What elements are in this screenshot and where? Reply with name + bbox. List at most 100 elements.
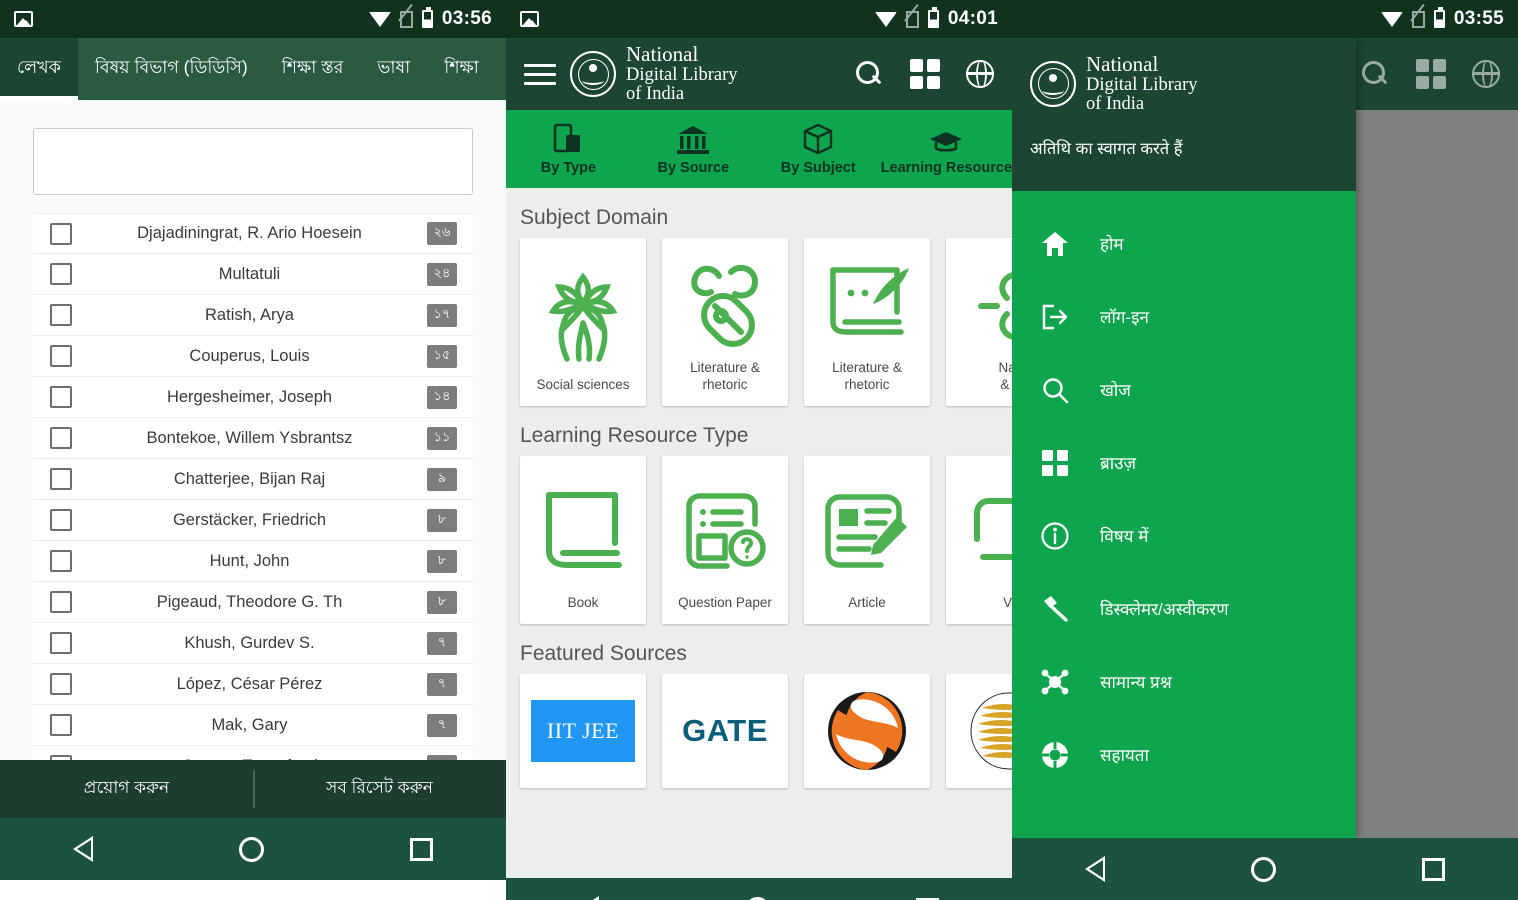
author-count-badge: ২৪: [427, 262, 457, 286]
list-item[interactable]: Couperus, Louis ১৫: [33, 336, 473, 377]
list-item[interactable]: Hunt, John ৮: [33, 541, 473, 582]
back-icon[interactable]: [579, 896, 599, 900]
checkbox-icon[interactable]: [50, 386, 72, 408]
card-book[interactable]: Book: [520, 456, 646, 624]
tab-education[interactable]: শিক্ষা: [427, 38, 496, 100]
list-item[interactable]: Hergesheimer, Joseph ১৪: [33, 377, 473, 418]
drawer-item-about[interactable]: विषय में: [1012, 499, 1356, 572]
recents-icon[interactable]: [1422, 857, 1445, 881]
menu-icon[interactable]: [524, 63, 556, 85]
recents-icon[interactable]: [410, 837, 433, 861]
search-icon[interactable]: [1360, 59, 1390, 89]
card-source-spoken-tutorial[interactable]: [804, 674, 930, 788]
tab-label: শিক্ষা স্তর: [281, 56, 344, 77]
search-icon[interactable]: [854, 59, 884, 89]
card-source-gate[interactable]: GATE: [662, 674, 788, 788]
tab-author[interactable]: লেখক: [0, 38, 78, 100]
checkbox-icon[interactable]: [50, 509, 72, 531]
card-article[interactable]: Article: [804, 456, 930, 624]
author-name: Djajadiningrat, R. Ario Hoesein: [137, 224, 362, 242]
card-technology[interactable]: Literature & rhetoric: [662, 238, 788, 406]
tab-education-level[interactable]: শিক্ষা স্তর: [265, 38, 361, 100]
list-item[interactable]: Bontekoe, Willem Ysbrantsz ১১: [33, 418, 473, 459]
checkbox-icon[interactable]: [50, 468, 72, 490]
checkbox-icon[interactable]: [50, 263, 72, 285]
featured-sources-card-row[interactable]: IIT JEE GATE: [520, 674, 1012, 788]
list-item[interactable]: Gerstäcker, Friedrich ৮: [33, 500, 473, 541]
card-source-iit-jee[interactable]: IIT JEE: [520, 674, 646, 788]
browse-learning-resource[interactable]: Learning Resource: [881, 123, 1012, 176]
grid-icon[interactable]: [1416, 59, 1446, 89]
back-icon[interactable]: [1085, 856, 1105, 882]
back-icon[interactable]: [73, 836, 93, 862]
card-video[interactable]: Vi: [946, 456, 1012, 624]
brand-line-3: of India: [1086, 93, 1145, 114]
list-item[interactable]: Multatuli ২৪: [33, 254, 473, 295]
card-literature-rhetoric[interactable]: Literature & rhetoric: [804, 238, 930, 406]
browse-by-subject[interactable]: By Subject: [756, 123, 881, 176]
list-item[interactable]: Ratish, Arya ১৭: [33, 295, 473, 336]
battery-icon: [421, 7, 433, 28]
drawer-item-help[interactable]: सहायता: [1012, 718, 1356, 791]
reset-all-button[interactable]: সব রিসেট করুন: [253, 775, 506, 803]
list-item[interactable]: Chatterjee, Bijan Raj ৯: [33, 459, 473, 500]
home-circle-icon[interactable]: [239, 836, 264, 862]
author-list[interactable]: Djajadiningrat, R. Ario Hoesein ২৬ Multa…: [33, 213, 473, 760]
browse-by-source[interactable]: By Source: [631, 123, 756, 176]
checkbox-icon[interactable]: [50, 714, 72, 736]
browse-strip: By Type By Source By Subject Learning Re…: [506, 110, 1012, 188]
panel-browse-home: 04:01 National Digital Library of India: [506, 0, 1012, 900]
card-social-sciences[interactable]: Social sciences: [520, 238, 646, 406]
tab-label: লেখক: [17, 56, 61, 77]
drawer-item-browse[interactable]: ब्राउज़: [1012, 426, 1356, 499]
card-source-nptel[interactable]: [946, 674, 1012, 788]
learning-resource-card-row[interactable]: Book Question Paper Article V: [520, 456, 1012, 624]
home-circle-icon[interactable]: [745, 896, 770, 900]
video-icon: [963, 470, 1012, 595]
card-nature-math[interactable]: Nat & r: [946, 238, 1012, 406]
list-item[interactable]: López, César Pérez ৭: [33, 664, 473, 705]
list-item[interactable]: Khush, Gurdev S. ৭: [33, 623, 473, 664]
checkbox-icon[interactable]: [50, 673, 72, 695]
list-item[interactable]: Pigeaud, Theodore G. Th ৮: [33, 582, 473, 623]
drawer-item-search[interactable]: खोज: [1012, 353, 1356, 426]
checkbox-icon[interactable]: [50, 591, 72, 613]
home-circle-icon[interactable]: [1251, 856, 1276, 882]
checkbox-icon[interactable]: [50, 222, 72, 245]
list-item[interactable]: Ogawa, Tsugufumi ৭: [33, 746, 473, 760]
filter-body: Djajadiningrat, R. Ario Hoesein ২৬ Multa…: [0, 100, 506, 818]
device-type-icon: [553, 123, 583, 155]
list-item[interactable]: Djajadiningrat, R. Ario Hoesein ২৬: [33, 213, 473, 254]
app-logo: National Digital Library of India: [570, 44, 737, 104]
checkbox-icon[interactable]: [50, 345, 72, 367]
author-count-badge: ২৬: [427, 222, 457, 245]
author-count-badge: ১৫: [427, 344, 457, 368]
subject-domain-card-row[interactable]: Social sciences Literature & rhetoric Li…: [520, 238, 1012, 406]
drawer-item-disclaimer[interactable]: डिस्क्लेमर/अस्वीकरण: [1012, 572, 1356, 645]
drawer-item-label: खोज: [1100, 381, 1131, 400]
checkbox-icon[interactable]: [50, 632, 72, 654]
tab-label: শিক্ষা: [444, 56, 479, 77]
list-item[interactable]: Mak, Gary ৭: [33, 705, 473, 746]
checkbox-icon[interactable]: [50, 304, 72, 326]
author-count-badge: ৮: [427, 508, 457, 532]
drawer-item-login[interactable]: लॉग-इन: [1012, 280, 1356, 353]
tab-language[interactable]: ভাষা: [360, 38, 427, 100]
globe-icon[interactable]: [965, 59, 994, 88]
filter-search-input[interactable]: [33, 128, 473, 195]
drawer-item-home[interactable]: होम: [1012, 207, 1356, 280]
author-name: Chatterjee, Bijan Raj: [173, 469, 326, 488]
browse-label: Learning Resource: [880, 159, 1012, 176]
brand-line-1: National: [1086, 52, 1159, 76]
spoken-tutorial-logo: [826, 690, 908, 772]
browse-content[interactable]: Subject Domain Social sciences Literatur…: [506, 188, 1012, 878]
card-question-paper[interactable]: Question Paper: [662, 456, 788, 624]
apply-button[interactable]: প্রয়োগ করুন: [0, 775, 253, 803]
checkbox-icon[interactable]: [50, 550, 72, 572]
drawer-item-faq[interactable]: सामान्य प्रश्न: [1012, 645, 1356, 718]
globe-icon[interactable]: [1471, 59, 1500, 88]
tab-subject-ddc[interactable]: বিষয় বিভাগ (ডিডিসি): [78, 38, 265, 100]
grid-icon[interactable]: [910, 59, 940, 89]
checkbox-icon[interactable]: [50, 427, 72, 449]
browse-by-type[interactable]: By Type: [506, 123, 631, 176]
